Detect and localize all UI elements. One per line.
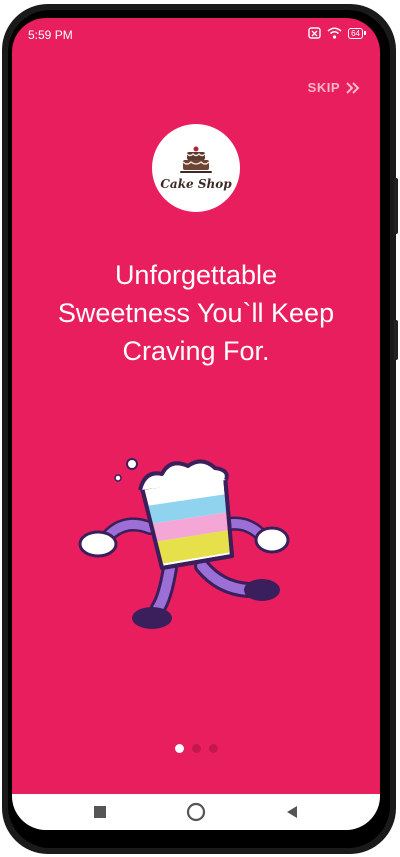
cake-shop-logo: Cake Shop: [152, 124, 240, 212]
screen: 5:59 PM 64 SKIP Cake Shop Unforgettable …: [12, 18, 380, 830]
no-sim-icon: [308, 27, 321, 39]
triangle-left-icon: [287, 806, 297, 818]
square-icon: [94, 806, 106, 818]
home-button[interactable]: [184, 800, 208, 824]
skip-label: SKIP: [307, 80, 340, 95]
headline-line: Unforgettable: [114, 260, 278, 290]
circle-icon: [186, 802, 206, 822]
skip-button[interactable]: SKIP: [308, 80, 360, 95]
headline-line: Sweetness You`ll Keep: [57, 298, 335, 328]
battery-icon: 64: [348, 27, 366, 39]
system-nav-bar: [12, 794, 380, 830]
running-cake-illustration: [78, 458, 290, 629]
power-button: [394, 320, 398, 360]
volume-button: [394, 178, 398, 234]
status-bar: 5:59 PM 64: [12, 18, 380, 52]
phone-mockup: 5:59 PM 64 SKIP Cake Shop Unforgettable …: [0, 0, 400, 857]
double-chevron-right-icon: [346, 81, 360, 94]
page-indicator: [12, 744, 380, 753]
recents-button[interactable]: [88, 800, 112, 824]
page-dot-2[interactable]: [191, 744, 201, 753]
headline-line: Craving For.: [122, 336, 270, 366]
cake-icon: [180, 146, 212, 173]
page-dot-1[interactable]: [174, 744, 184, 753]
back-button[interactable]: [280, 800, 304, 824]
status-time: 5:59 PM: [28, 28, 73, 42]
battery-level: 64: [348, 27, 363, 39]
onboarding-headline: Unforgettable Sweetness You`ll Keep Crav…: [22, 256, 370, 370]
page-dot-3[interactable]: [208, 744, 218, 753]
wifi-icon: [327, 27, 342, 39]
logo-text: Cake Shop: [160, 177, 232, 191]
